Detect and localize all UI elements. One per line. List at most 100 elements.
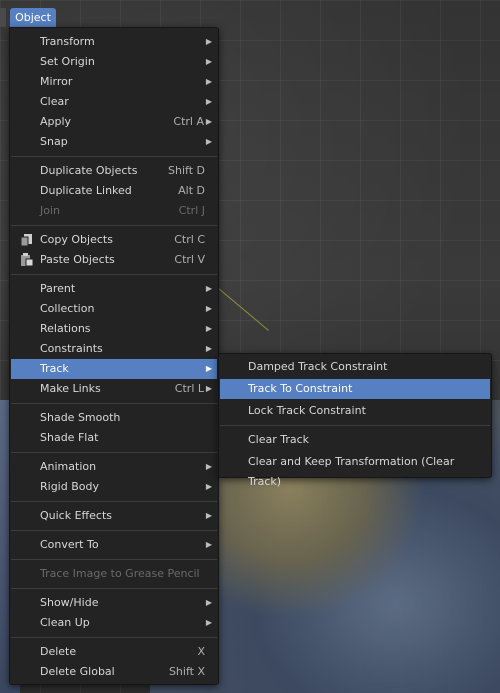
submenu-arrow-icon: ▶ — [205, 97, 212, 106]
menu-item-shade-smooth[interactable]: Shade Smooth — [11, 408, 217, 428]
menu-separator — [11, 403, 217, 404]
menu-item-convert-to[interactable]: Convert To ▶ — [11, 535, 217, 555]
menu-item-track[interactable]: Track ▶ — [11, 359, 217, 379]
menu-item-snap[interactable]: Snap ▶ — [11, 132, 217, 152]
menu-item-label: Copy Objects — [40, 233, 113, 246]
submenu-item-label: Clear and Keep Transformation (Clear Tra… — [248, 455, 455, 488]
menu-item-label: Join — [40, 204, 61, 217]
menu-separator — [11, 637, 217, 638]
menu-item-label: Convert To — [40, 538, 99, 551]
menu-item-mirror[interactable]: Mirror ▶ — [11, 72, 217, 92]
menu-item-label: Mirror — [40, 75, 73, 88]
copy-icon — [20, 233, 34, 247]
submenu-arrow-icon: ▶ — [205, 77, 212, 86]
menu-item-animation[interactable]: Animation ▶ — [11, 457, 217, 477]
menu-separator — [11, 156, 217, 157]
menu-item-label: Clear — [40, 95, 69, 108]
menu-item-label: Duplicate Linked — [40, 184, 132, 197]
menu-item-shortcut: Ctrl C — [174, 233, 205, 246]
menu-item-constraints[interactable]: Constraints ▶ — [11, 339, 217, 359]
submenu-arrow-icon: ▶ — [205, 57, 212, 66]
menu-item-label: Snap — [40, 135, 68, 148]
menu-item-shortcut: Ctrl A — [173, 115, 204, 128]
menu-item-label: Set Origin — [40, 55, 95, 68]
submenu-arrow-icon: ▶ — [205, 364, 212, 373]
menu-item-shortcut: Ctrl L — [174, 382, 204, 395]
menu-separator — [11, 559, 217, 560]
menu-item-duplicate-linked[interactable]: Duplicate Linked Alt D — [11, 181, 217, 201]
menu-item-label: Track — [40, 362, 69, 375]
menu-separator — [11, 225, 217, 226]
submenu-arrow-icon: ▶ — [205, 117, 212, 126]
menu-item-shortcut: Shift X — [168, 665, 205, 678]
submenu-item-label: Lock Track Constraint — [248, 404, 366, 417]
menu-item-duplicate-objects[interactable]: Duplicate Objects Shift D — [11, 161, 217, 181]
submenu-arrow-icon: ▶ — [205, 37, 212, 46]
menu-item-relations[interactable]: Relations ▶ — [11, 319, 217, 339]
menu-item-label: Collection — [40, 302, 95, 315]
menu-item-quick-effects[interactable]: Quick Effects ▶ — [11, 506, 217, 526]
submenu-item-damped-track[interactable]: Damped Track Constraint — [220, 357, 490, 377]
menu-item-label: Relations — [40, 322, 91, 335]
header-edge — [0, 8, 6, 27]
menu-item-copy-objects[interactable]: Copy Objects Ctrl C — [11, 230, 217, 250]
menu-item-collection[interactable]: Collection ▶ — [11, 299, 217, 319]
menu-separator — [11, 501, 217, 502]
submenu-arrow-icon: ▶ — [205, 344, 212, 353]
object-menu: Transform ▶ Set Origin ▶ Mirror ▶ Clear … — [9, 27, 219, 685]
track-submenu: Damped Track Constraint Track To Constra… — [218, 353, 492, 488]
submenu-item-clear-keep-transformation[interactable]: Clear and Keep Transformation (Clear Tra… — [220, 452, 490, 488]
menu-item-shortcut: X — [197, 645, 205, 658]
submenu-arrow-icon: ▶ — [205, 304, 212, 313]
submenu-separator — [220, 425, 490, 426]
submenu-arrow-icon: ▶ — [205, 137, 212, 146]
submenu-arrow-icon: ▶ — [205, 384, 212, 393]
submenu-item-lock-track[interactable]: Lock Track Constraint — [220, 401, 490, 421]
menu-item-label: Delete Global — [40, 665, 115, 678]
submenu-arrow-icon: ▶ — [205, 324, 212, 333]
menu-item-label: Parent — [40, 282, 76, 295]
submenu-arrow-icon: ▶ — [205, 598, 212, 607]
submenu-arrow-icon: ▶ — [205, 540, 212, 549]
menu-item-label: Shade Smooth — [40, 411, 121, 424]
menu-item-label: Shade Flat — [40, 431, 99, 444]
menu-item-rigid-body[interactable]: Rigid Body ▶ — [11, 477, 217, 497]
menu-item-apply[interactable]: Apply Ctrl A ▶ — [11, 112, 217, 132]
menu-item-set-origin[interactable]: Set Origin ▶ — [11, 52, 217, 72]
menu-item-shade-flat[interactable]: Shade Flat — [11, 428, 217, 448]
submenu-arrow-icon: ▶ — [205, 284, 212, 293]
menu-item-parent[interactable]: Parent ▶ — [11, 279, 217, 299]
menu-item-label: Clean Up — [40, 616, 90, 629]
submenu-arrow-icon: ▶ — [205, 462, 212, 471]
menu-item-label: Constraints — [40, 342, 103, 355]
menu-item-make-links[interactable]: Make Links Ctrl L ▶ — [11, 379, 217, 399]
menu-item-label: Make Links — [40, 382, 101, 395]
menu-separator — [11, 274, 217, 275]
menu-item-label: Quick Effects — [40, 509, 112, 522]
menu-item-label: Transform — [40, 35, 95, 48]
submenu-item-clear-track[interactable]: Clear Track — [220, 430, 490, 450]
menu-item-clean-up[interactable]: Clean Up ▶ — [11, 613, 217, 633]
menu-item-trace-image: Trace Image to Grease Pencil — [11, 564, 217, 584]
menu-separator — [11, 452, 217, 453]
menu-item-shortcut: Ctrl V — [174, 253, 205, 266]
object-menu-tab[interactable]: Object — [10, 8, 56, 27]
menu-item-label: Duplicate Objects — [40, 164, 138, 177]
submenu-item-label: Damped Track Constraint — [248, 360, 388, 373]
menu-item-delete-global[interactable]: Delete Global Shift X — [11, 662, 217, 682]
menu-item-label: Delete — [40, 645, 77, 658]
menu-separator — [11, 588, 217, 589]
menu-item-delete[interactable]: Delete X — [11, 642, 217, 662]
paste-icon — [20, 253, 34, 267]
menu-item-label: Animation — [40, 460, 97, 473]
menu-item-transform[interactable]: Transform ▶ — [11, 32, 217, 52]
menu-item-label: Rigid Body — [40, 480, 99, 493]
menu-separator — [11, 530, 217, 531]
menu-item-shortcut: Ctrl J — [178, 204, 205, 217]
menu-item-join: Join Ctrl J — [11, 201, 217, 221]
menu-item-clear[interactable]: Clear ▶ — [11, 92, 217, 112]
submenu-item-label: Clear Track — [248, 433, 310, 446]
submenu-item-track-to[interactable]: Track To Constraint — [220, 379, 490, 399]
menu-item-show-hide[interactable]: Show/Hide ▶ — [11, 593, 217, 613]
menu-item-paste-objects[interactable]: Paste Objects Ctrl V — [11, 250, 217, 270]
